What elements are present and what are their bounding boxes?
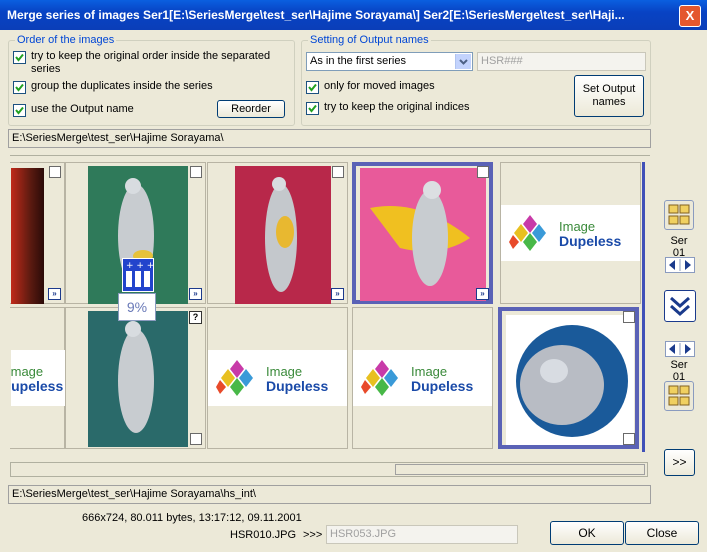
series2-path: E:\SeriesMerge\test_ser\Hajime Sorayama\… [8,485,651,504]
logo-line1: Image [411,364,448,379]
use-output-name-checkbox[interactable]: use the Output name [13,103,134,117]
target-file-name: HSR053.JPG [330,528,397,540]
robot-image [506,315,634,445]
image-dupeless-logo: Image Dupeless [501,205,640,261]
logo-mark-icon [216,360,253,396]
title-bar: Merge series of images Ser1[E:\SeriesMer… [0,0,707,30]
robot-image [88,311,188,447]
window-close-button[interactable]: X [679,5,701,27]
folders-icon [668,204,690,225]
grid-scrollbar[interactable] [10,462,648,477]
image-cell-selected[interactable]: » [352,162,493,304]
logo-line1: Image [11,364,44,379]
keep-order-label: try to keep the original order inside th… [31,50,271,75]
robot-image [11,168,44,304]
keep-order-checkbox[interactable]: try to keep the original order inside th… [13,50,270,76]
select-checkbox[interactable] [623,433,635,445]
image-cell[interactable]: Image Dupeless [500,162,641,304]
checkbox-box [13,51,26,64]
close-button[interactable]: Close [625,521,699,545]
checkbox-box [306,81,319,94]
series-bottom-nav[interactable] [665,341,695,357]
image-cell[interactable]: Image Dupeless [10,307,65,449]
checkbox-box [13,104,26,117]
more-button[interactable]: >> [664,449,695,476]
group-duplicates-label: group the duplicates inside the series [31,80,213,92]
only-moved-checkbox[interactable]: only for moved images [306,80,435,94]
ok-button[interactable]: OK [550,521,624,545]
svg-text:+ + +: + + + [126,261,153,271]
scrollbar-thumb[interactable] [395,464,645,475]
output-group-title: Setting of Output names [308,34,431,46]
select-checkbox[interactable] [623,311,635,323]
image-cell[interactable]: ? [65,307,206,449]
logo-line2: Dupeless [266,378,329,394]
image-cell[interactable]: » [10,162,65,304]
use-output-name-label: use the Output name [31,103,134,115]
order-group-title: Order of the images [15,34,117,46]
expand-icon[interactable]: » [48,288,61,300]
image-dupeless-logo: Image Dupeless [353,350,492,406]
logo-mark-icon [361,360,398,396]
logo-line1: Image [266,364,303,379]
double-chevron-down-icon [670,296,690,317]
series-top-nav[interactable] [665,257,695,273]
series-top-label: Ser 01 [670,235,688,259]
logo-line1: Image [559,219,596,234]
series1-path: E:\SeriesMerge\test_ser\Hajime Sorayama\ [8,129,651,148]
keep-indices-label: try to keep the original indices [324,101,470,113]
move-down-button[interactable] [664,290,696,322]
image-cell[interactable]: Image Dupeless [207,307,348,449]
folders-icon [668,385,690,406]
progress-percent: 9% [118,293,156,321]
image-grid[interactable]: » » » » Image Dupeless mage upeless ? Im… [10,160,650,452]
select-checkbox[interactable] [190,433,202,445]
question-icon[interactable]: ? [189,311,202,324]
expand-icon[interactable]: » [476,288,489,300]
set-output-names-button[interactable]: Set Output names [574,75,644,117]
source-file-name: HSR010.JPG [230,529,297,541]
image-dupeless-logo: Image Dupeless [208,350,347,406]
logo-line2: Dupeless [11,378,64,394]
output-mode-select[interactable]: As in the first series [306,52,473,71]
series-divider [642,162,645,452]
logo-line2: Dupeless [411,378,474,394]
output-mask-value: HSR### [481,55,523,67]
checkbox-box [306,102,319,115]
logo-mark-icon [509,215,546,251]
image-info: 666x724, 80.011 bytes, 13:17:12, 09.11.2… [82,512,302,524]
output-mode-value: As in the first series [310,55,406,67]
only-moved-label: only for moved images [324,80,435,92]
select-checkbox[interactable] [477,166,489,178]
select-checkbox[interactable] [49,166,61,178]
checkbox-box [13,81,26,94]
output-mask-field[interactable]: HSR### [477,52,646,71]
chevron-down-icon[interactable] [455,54,471,69]
progress-icon: + + + [122,258,154,292]
keep-indices-checkbox[interactable]: try to keep the original indices [306,101,470,115]
expand-icon[interactable]: » [189,288,202,300]
robot-image [360,168,486,301]
robot-image [235,166,331,304]
image-cell-selected[interactable] [498,307,639,449]
series-top-folder-button[interactable] [664,200,694,230]
target-file-field[interactable]: HSR053.JPG [326,525,518,544]
image-dupeless-logo: Image Dupeless [11,350,65,406]
expand-icon[interactable]: » [331,288,344,300]
logo-line2: Dupeless [559,233,622,249]
image-cell[interactable]: Image Dupeless [352,307,493,449]
select-checkbox[interactable] [332,166,344,178]
image-cell[interactable]: » [207,162,348,304]
group-duplicates-checkbox[interactable]: group the duplicates inside the series [13,80,213,94]
series-bottom-label: Ser 01 [670,359,688,383]
series-bottom-folder-button[interactable] [664,381,694,411]
rename-arrow: >>> [303,529,323,541]
window-title: Merge series of images Ser1[E:\SeriesMer… [7,8,625,22]
reorder-button[interactable]: Reorder [217,100,285,118]
select-checkbox[interactable] [190,166,202,178]
